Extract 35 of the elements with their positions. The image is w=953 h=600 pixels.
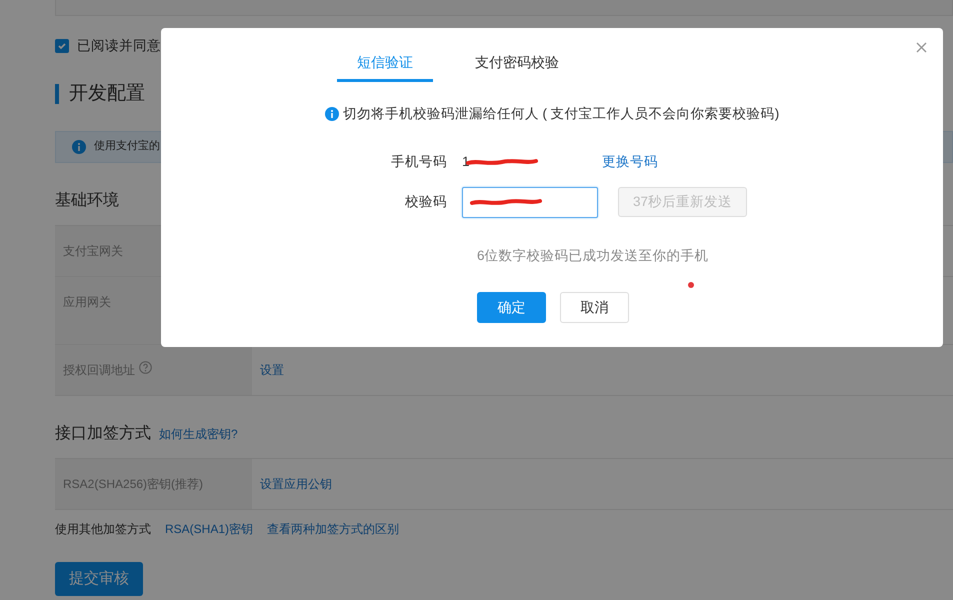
cancel-button[interactable]: 取消 — [560, 292, 629, 323]
dot-mark — [688, 282, 694, 288]
sent-hint: 6位数字校验码已成功发送至你的手机 — [477, 246, 710, 264]
agreement-label: 已阅读并同意 — [77, 36, 161, 55]
tab[interactable]: 支付密码校验 — [455, 48, 579, 82]
agreement-checkbox[interactable] — [55, 39, 69, 53]
other-method-label: 使用其他加签方式 — [55, 520, 151, 538]
method-link[interactable]: 查看两种加签方式的区别 — [267, 520, 400, 538]
subsection-title: 接口加签方式 — [55, 424, 151, 444]
close-button[interactable] — [914, 40, 929, 55]
checkmark-icon — [57, 41, 67, 51]
confirm-button[interactable]: 确定 — [477, 292, 546, 323]
submit-button[interactable]: 提交审核 — [55, 562, 143, 596]
label-text: 支付宝网关 — [63, 242, 123, 260]
code-input[interactable] — [462, 186, 598, 218]
help-icon[interactable] — [139, 360, 152, 374]
label-text: 应用网关 — [63, 294, 111, 310]
notice-text: 使用支付宝的 — [94, 138, 160, 154]
info-icon — [324, 107, 339, 122]
label-text: RSA2(SHA256)密钥(推荐) — [63, 476, 204, 492]
section-marker — [55, 84, 59, 104]
label-text: 授权回调地址 — [63, 362, 135, 378]
help-link[interactable]: 如何生成密钥? — [159, 424, 238, 442]
section-title: 开发配置 — [69, 82, 145, 106]
field-label: 手机号码 — [390, 153, 448, 172]
subsection-title: 基础环境 — [55, 190, 119, 210]
phone-number: 1 — [462, 154, 470, 170]
change-number-link[interactable]: 更换号码 — [602, 152, 658, 172]
method-link[interactable]: RSA(SHA1)密钥 — [165, 520, 254, 538]
action-link[interactable]: 设置 — [260, 362, 284, 376]
info-icon — [72, 140, 86, 154]
field-label: 校验码 — [404, 192, 448, 211]
action-link[interactable]: 设置应用公钥 — [260, 476, 332, 490]
warning-text: 切勿将手机校验码泄漏给任何人 ( 支付宝工作人员不会向你索要校验码) — [342, 105, 780, 123]
tab[interactable]: 短信验证 — [337, 48, 433, 82]
